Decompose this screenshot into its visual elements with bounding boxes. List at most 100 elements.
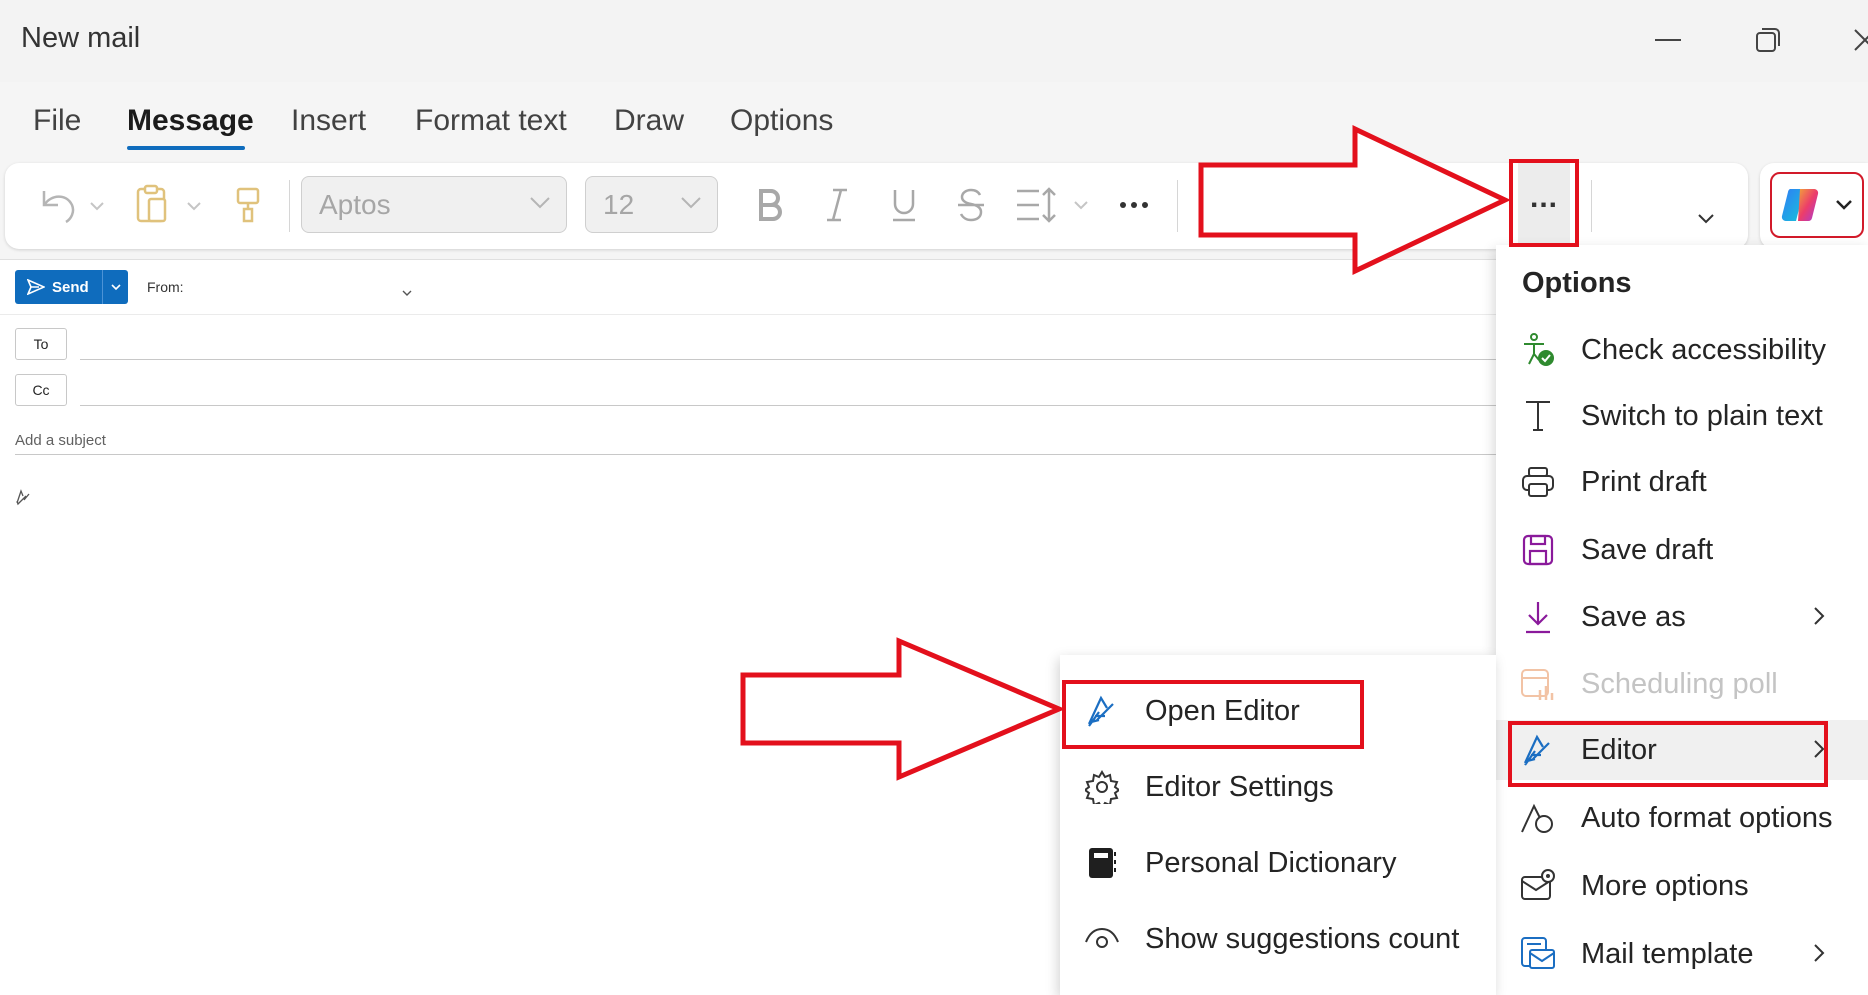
link-icon: [1410, 195, 1452, 215]
close-button[interactable]: [1845, 20, 1868, 60]
accessibility-check-icon: [1520, 332, 1556, 368]
menu-item-save-as[interactable]: Save as: [1496, 587, 1868, 647]
menu-item-editor[interactable]: Editor: [1496, 720, 1868, 780]
attach-file-button[interactable]: [1312, 180, 1392, 230]
active-tab-indicator: [127, 146, 245, 150]
minimize-button[interactable]: [1648, 20, 1688, 60]
menu-item-mail-template[interactable]: Mail template: [1496, 924, 1868, 984]
submenu-item-personal-dictionary[interactable]: Personal Dictionary: [1060, 830, 1496, 896]
menu-item-print-draft[interactable]: Print draft: [1496, 452, 1868, 512]
underline-icon: [893, 190, 915, 222]
format-painter-button[interactable]: [228, 180, 268, 230]
tab-draw[interactable]: Draw: [614, 104, 684, 138]
format-painter-icon: [236, 187, 260, 223]
bold-button[interactable]: [748, 180, 792, 230]
tab-file[interactable]: File: [33, 104, 81, 138]
title-bar: [0, 0, 1868, 82]
tab-insert[interactable]: Insert: [291, 104, 366, 138]
line-spacing-button[interactable]: [1012, 180, 1090, 230]
editor-ribbon-button[interactable]: [1200, 180, 1276, 230]
menu-item-label: Save as: [1581, 600, 1686, 633]
printer-icon: [1520, 464, 1556, 500]
minimize-icon: [1655, 39, 1681, 41]
menu-item-label: Print draft: [1581, 465, 1707, 498]
tab-message[interactable]: Message: [127, 104, 254, 138]
chevron-down-icon: [402, 290, 412, 296]
menu-item-save-draft[interactable]: Save draft: [1496, 520, 1868, 580]
editor-status-icon[interactable]: [14, 488, 32, 511]
underline-button[interactable]: [882, 180, 926, 230]
save-disk-icon: [1520, 532, 1556, 568]
menu-item-label: Scheduling poll: [1581, 667, 1778, 700]
italic-icon: [827, 188, 847, 222]
submenu-item-show-suggestions-count[interactable]: Show suggestions count: [1060, 906, 1496, 972]
submenu-item-label: Editor Settings: [1145, 770, 1334, 803]
submenu-item-editor-settings[interactable]: Editor Settings: [1060, 754, 1496, 820]
menu-item-label: Auto format options: [1581, 801, 1833, 834]
tab-options[interactable]: Options: [730, 104, 833, 138]
menu-item-label: Check accessibility: [1581, 333, 1826, 366]
chevron-right-icon: [1814, 944, 1825, 962]
mail-settings-icon: [1520, 868, 1556, 904]
ribbon-separator: [1177, 180, 1178, 232]
font-name-dropdown[interactable]: Aptos: [301, 176, 567, 233]
insert-link-button[interactable]: [1404, 180, 1480, 230]
text-t-icon: [1520, 398, 1556, 434]
submenu-item-open-editor[interactable]: Open Editor: [1060, 678, 1496, 744]
download-arrow-icon: [1520, 599, 1556, 635]
subject-input[interactable]: Add a subject: [15, 432, 106, 449]
strikethrough-button[interactable]: [949, 180, 993, 230]
to-button[interactable]: To: [15, 328, 67, 360]
font-size-dropdown[interactable]: 12: [585, 176, 718, 233]
subject-underline: [15, 454, 1496, 455]
chevron-down-icon: [530, 197, 550, 209]
menu-item-check-accessibility[interactable]: Check accessibility: [1496, 320, 1868, 380]
menu-item-label: Switch to plain text: [1581, 399, 1823, 432]
menu-item-more-options[interactable]: More options: [1496, 856, 1868, 916]
send-options-dropdown[interactable]: [102, 270, 128, 304]
from-dropdown[interactable]: [401, 284, 413, 302]
undo-icon: [42, 191, 104, 224]
send-button[interactable]: Send: [15, 270, 108, 304]
close-icon: [1854, 29, 1868, 51]
copilot-button[interactable]: [1770, 172, 1864, 238]
menu-item-switch-plain-text[interactable]: Switch to plain text: [1496, 386, 1868, 446]
ribbon-separator: [289, 180, 290, 232]
line-spacing-icon: [1017, 187, 1088, 223]
more-formatting-button[interactable]: [1112, 180, 1156, 230]
eye-icon: [1084, 921, 1120, 957]
submenu-item-label: Open Editor: [1145, 694, 1300, 727]
options-menu-title: Options: [1522, 267, 1632, 299]
paste-button[interactable]: [130, 180, 206, 230]
ribbon-overflow-dropdown[interactable]: [1688, 200, 1724, 236]
dictionary-book-icon: [1084, 845, 1120, 881]
send-label: Send: [52, 278, 89, 296]
tab-format-text[interactable]: Format text: [415, 104, 567, 138]
scheduling-poll-icon: [1520, 666, 1556, 702]
menu-item-label: Editor: [1581, 733, 1657, 766]
menu-item-auto-format-options[interactable]: Auto format options: [1496, 788, 1868, 848]
to-input-line[interactable]: [80, 359, 1496, 360]
ellipsis-icon: [1120, 202, 1148, 208]
editor-pen-icon: [1084, 693, 1120, 729]
ellipsis-label: ...: [1529, 181, 1558, 214]
cc-button[interactable]: Cc: [15, 374, 67, 406]
auto-format-icon: [1520, 800, 1556, 836]
restore-button[interactable]: [1748, 20, 1788, 60]
more-options-ribbon-button[interactable]: ...: [1518, 162, 1570, 246]
paperclip-icon: [1326, 190, 1385, 221]
clipboard-icon: [136, 184, 201, 223]
chevron-right-icon: [1814, 740, 1825, 758]
from-divider: [0, 314, 1496, 315]
from-label: From:: [147, 279, 184, 295]
editor-pen-icon: [1206, 187, 1267, 226]
gear-icon: [1084, 769, 1120, 805]
italic-button[interactable]: [815, 180, 859, 230]
mail-template-icon: [1520, 936, 1556, 972]
font-size-value: 12: [603, 188, 635, 220]
ribbon-separator: [1591, 180, 1592, 232]
undo-button[interactable]: [33, 180, 109, 230]
send-icon: [27, 279, 45, 295]
cc-input-line[interactable]: [80, 405, 1496, 406]
chevron-right-icon: [1814, 607, 1825, 625]
